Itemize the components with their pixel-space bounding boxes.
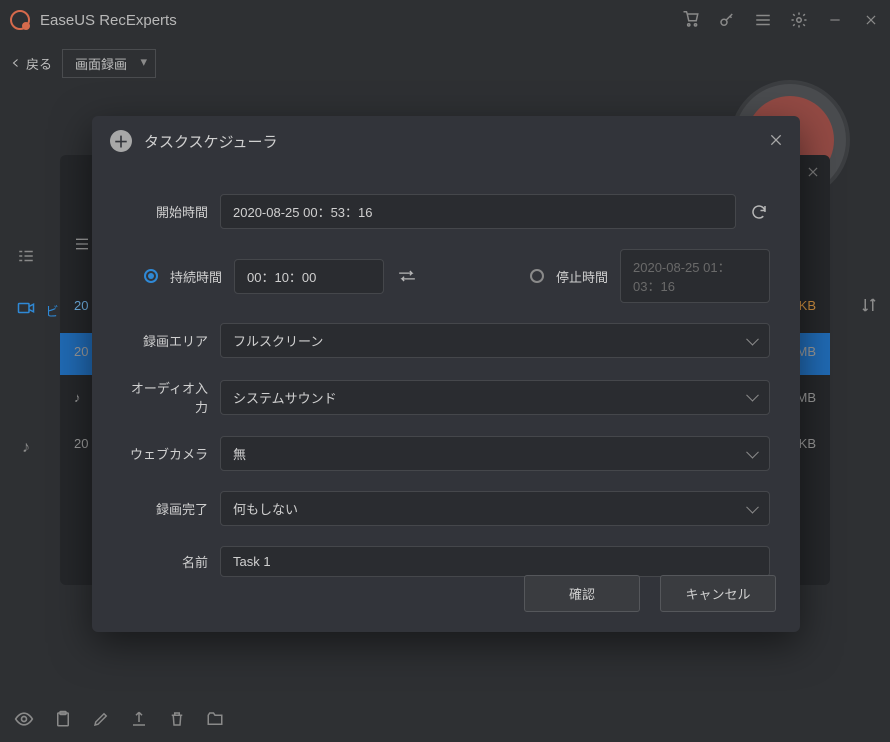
plus-icon: ＋ xyxy=(110,130,132,152)
audio-input-label: オーディオ入力 xyxy=(122,378,208,416)
stop-time-radio[interactable] xyxy=(530,269,544,283)
cancel-button[interactable]: キャンセル xyxy=(660,575,776,612)
duration-label: 持続時間 xyxy=(170,267,222,286)
start-time-input[interactable]: 2020-08-25 00：53：16 xyxy=(220,194,736,229)
loop-icon[interactable] xyxy=(396,265,418,287)
app-title: EaseUS RecExperts xyxy=(40,12,177,29)
webcam-label: ウェブカメラ xyxy=(122,444,208,463)
webcam-row: ウェブカメラ 無 xyxy=(92,436,800,471)
audio-category-icon[interactable]: ♪ xyxy=(14,436,38,460)
item-size: KB xyxy=(799,436,816,451)
duration-input[interactable]: 00：10：00 xyxy=(234,259,384,294)
record-area-select[interactable]: フルスクリーン xyxy=(220,323,770,358)
dialog-title-bar: ＋ タスクスケジューラ xyxy=(92,116,800,166)
cart-icon[interactable] xyxy=(682,11,700,29)
confirm-label: 確認 xyxy=(569,587,595,602)
back-label: 戻る xyxy=(26,54,52,73)
webcam-value: 無 xyxy=(233,447,246,462)
key-icon[interactable] xyxy=(718,11,736,29)
item-name: 20 xyxy=(74,298,88,313)
on-finish-select[interactable]: 何もしない xyxy=(220,491,770,526)
gear-icon[interactable] xyxy=(790,11,808,29)
video-category-label: ビ xyxy=(40,298,64,322)
toolbar: 戻る 画面録画 xyxy=(0,40,890,86)
audio-input-select[interactable]: システムサウンド xyxy=(220,380,770,415)
on-finish-label: 録画完了 xyxy=(122,499,208,518)
sort-icon[interactable] xyxy=(860,296,878,319)
record-area-value: フルスクリーン xyxy=(233,334,323,349)
app-logo-icon xyxy=(10,10,30,30)
record-area-label: 録画エリア xyxy=(122,331,208,350)
name-input[interactable]: Task 1 xyxy=(220,546,770,577)
cancel-label: キャンセル xyxy=(685,587,750,602)
item-size: KB xyxy=(799,298,816,313)
refresh-icon[interactable] xyxy=(748,201,770,223)
bottom-toolbar xyxy=(0,700,890,742)
clipboard-icon[interactable] xyxy=(54,710,72,733)
record-mode-label: 画面録画 xyxy=(75,57,127,72)
dialog-title: タスクスケジューラ xyxy=(144,131,278,152)
audio-input-row: オーディオ入力 システムサウンド xyxy=(92,378,800,416)
duration-row: 持続時間 00：10：00 停止時間 2020-08-25 01：03：16 xyxy=(92,249,800,303)
eye-icon[interactable] xyxy=(14,709,34,734)
close-icon[interactable] xyxy=(862,11,880,29)
record-mode-select[interactable]: 画面録画 xyxy=(62,49,156,78)
task-scheduler-dialog: ＋ タスクスケジューラ 開始時間 2020-08-25 00：53：16 持続時… xyxy=(92,116,800,632)
item-name: 20 xyxy=(74,436,88,451)
menu-icon[interactable] xyxy=(754,11,772,29)
on-finish-row: 録画完了 何もしない xyxy=(92,491,800,526)
record-area-row: 録画エリア フルスクリーン xyxy=(92,323,800,358)
upload-icon[interactable] xyxy=(130,710,148,733)
audio-input-value: システムサウンド xyxy=(233,391,337,406)
name-label: 名前 xyxy=(122,552,208,571)
duration-radio[interactable] xyxy=(144,269,158,283)
name-row: 名前 Task 1 xyxy=(92,546,800,577)
titlebar-controls xyxy=(682,11,880,29)
layout-icon[interactable] xyxy=(74,236,90,255)
folder-icon[interactable] xyxy=(206,710,224,733)
list-view-icon[interactable] xyxy=(14,244,38,268)
back-button[interactable]: 戻る xyxy=(10,54,52,73)
item-name: 20 xyxy=(74,344,88,359)
start-time-row: 開始時間 2020-08-25 00：53：16 xyxy=(92,194,800,229)
stop-time-input[interactable]: 2020-08-25 01：03：16 xyxy=(620,249,770,303)
stop-time-label: 停止時間 xyxy=(556,267,608,286)
edit-icon[interactable] xyxy=(92,710,110,733)
on-finish-value: 何もしない xyxy=(233,502,298,517)
audio-icon: ♪ xyxy=(74,390,92,405)
start-time-label: 開始時間 xyxy=(122,202,208,221)
webcam-select[interactable]: 無 xyxy=(220,436,770,471)
panel-close-icon[interactable] xyxy=(806,165,820,184)
confirm-button[interactable]: 確認 xyxy=(524,575,640,612)
video-category-icon[interactable] xyxy=(14,296,38,320)
minimize-icon[interactable] xyxy=(826,11,844,29)
titlebar: EaseUS RecExperts xyxy=(0,0,890,40)
trash-icon[interactable] xyxy=(168,710,186,733)
dialog-close-button[interactable] xyxy=(766,130,786,150)
dialog-buttons: 確認 キャンセル xyxy=(524,575,776,612)
